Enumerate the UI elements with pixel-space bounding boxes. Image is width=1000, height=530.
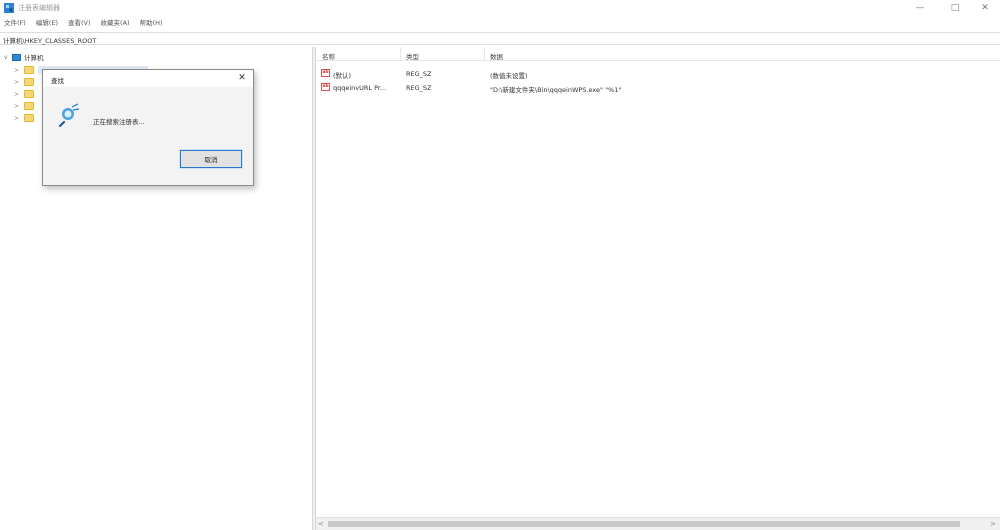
menu-file[interactable]: 文件(F) [0,17,32,30]
values-list[interactable]: 名称 类型 数据 ab (默认) REG_SZ (数值未设置) ab qqqei… [316,47,1000,517]
tree-item-hkey-local-machine[interactable]: > [14,88,34,100]
value-data: "D:\新建文件夹\Bin\qqqeinWPS.exe" "%1" [490,86,622,94]
column-header-type[interactable]: 类型 [406,51,419,61]
computer-icon [12,53,21,61]
tree-item-hkey-users[interactable]: > [14,100,34,112]
tree-item-hkey-classes-root[interactable]: > [14,64,148,76]
scroll-right-icon[interactable]: > [990,520,996,528]
menu-edit[interactable]: 编辑(E) [32,17,64,30]
dialog-message: 正在搜索注册表... [93,118,145,126]
dialog-title: 查找 [51,77,64,85]
value-name: (默认) [333,72,352,80]
folder-icon [24,78,34,86]
menu-bar: 文件(F) 编辑(E) 查看(V) 收藏夹(A) 帮助(H) [0,17,169,30]
value-type: REG_SZ [406,70,432,78]
tree-item-hkey-current-user[interactable]: > [14,76,34,88]
list-header: 名称 类型 数据 [316,47,1000,61]
collapse-arrow-icon[interactable]: > [14,103,24,110]
table-row[interactable]: ab (默认) REG_SZ (数值未设置) [316,68,1000,80]
address-bar[interactable]: 计算机\HKEY_CLASSES_ROOT [0,32,1000,45]
table-row[interactable]: ab qqqeinvURL Pr... REG_SZ "D:\新建文件夹\Bin… [316,82,1000,94]
column-separator[interactable] [484,47,485,61]
column-separator[interactable] [400,47,401,61]
folder-icon [24,66,34,74]
column-header-name[interactable]: 名称 [322,51,335,61]
maximize-button[interactable]: □ [940,0,970,16]
folder-icon [24,90,34,98]
expand-arrow-icon[interactable]: v [4,54,12,61]
tree-item-hkey-current-config[interactable]: > [14,112,34,124]
menu-help[interactable]: 帮助(H) [136,17,169,30]
collapse-arrow-icon[interactable]: > [14,67,24,74]
value-type: REG_SZ [406,84,432,92]
horizontal-scrollbar[interactable]: < > [316,517,1000,530]
minimize-button[interactable]: — [905,0,935,16]
scrollbar-thumb[interactable] [328,521,960,527]
value-name: qqqeinvURL Pr... [333,84,387,92]
tree-item-label: 计算机 [24,54,44,62]
menu-favorites[interactable]: 收藏夹(A) [97,17,136,30]
folder-icon [24,114,34,122]
tree-children: > > > > > [14,64,148,124]
collapse-arrow-icon[interactable]: > [14,115,24,122]
cancel-button[interactable]: 取消 [179,149,243,169]
collapse-arrow-icon[interactable]: > [14,79,24,86]
title-bar: 注册表编辑器 — □ ✕ [0,0,1000,16]
scroll-left-icon[interactable]: < [318,520,324,528]
dialog-close-button[interactable]: ✕ [235,72,249,85]
dialog-body: 正在搜索注册表... 取消 [43,87,253,185]
tree-item-computer[interactable]: v 计算机 [4,52,44,62]
string-value-icon: ab [321,83,330,91]
menu-view[interactable]: 查看(V) [64,17,97,30]
searching-icon [58,103,80,127]
find-dialog: 查找 ✕ 正在搜索注册表... 取消 [42,69,254,186]
collapse-arrow-icon[interactable]: > [14,91,24,98]
dialog-title-bar[interactable]: 查找 ✕ [43,70,253,87]
string-value-icon: ab [321,69,330,77]
window-title: 注册表编辑器 [18,4,60,12]
close-button[interactable]: ✕ [970,0,1000,16]
value-data: (数值未设置) [490,72,528,80]
column-header-data[interactable]: 数据 [490,51,503,61]
regedit-app-icon [4,3,14,13]
address-path[interactable]: 计算机\HKEY_CLASSES_ROOT [3,35,96,45]
folder-icon [24,102,34,110]
